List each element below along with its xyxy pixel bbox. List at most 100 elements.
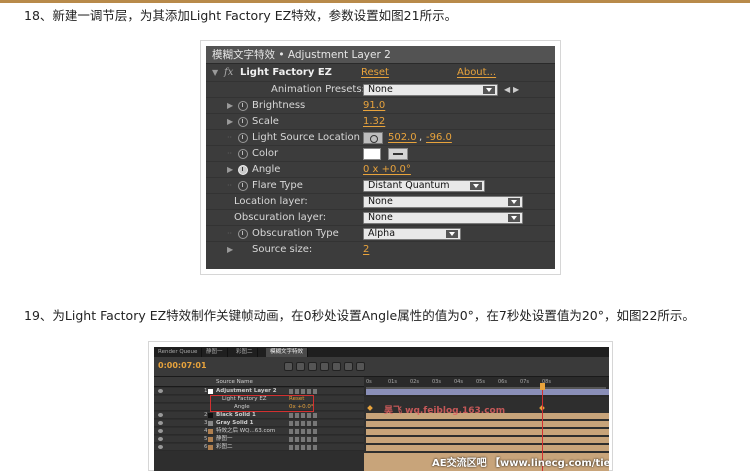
eye-icon[interactable] [158, 429, 163, 433]
reset-link[interactable]: Reset [361, 65, 389, 81]
search-icon[interactable] [284, 362, 293, 371]
brightness-row: ▶ Brightness 91.0 [206, 97, 555, 113]
step-18-text: 18、新建一调节层，为其添加Light Factory EZ特效，参数设置如图2… [24, 8, 458, 23]
expand-triangle-icon[interactable]: ▶ [227, 242, 233, 258]
layer-row[interactable]: 4 特效之后 WQ...63.com [154, 428, 364, 435]
fx-icon[interactable]: fx [224, 65, 233, 81]
scale-label: Scale [252, 116, 279, 127]
layer-column-header: Source Name [154, 377, 364, 387]
watermark-small: 昊飞 wq.feiblog.163.com [384, 406, 506, 416]
stopwatch-active-icon[interactable] [238, 165, 248, 175]
expand-triangle-icon[interactable]: ▶ [227, 114, 233, 130]
collapse-triangle-icon[interactable]: ▼ [212, 65, 218, 81]
light-source-y-value[interactable]: -96.0 [426, 130, 452, 146]
about-link[interactable]: About... [457, 65, 496, 81]
top-accent-bar [0, 0, 750, 3]
eye-icon[interactable] [158, 413, 163, 417]
eye-icon[interactable] [158, 437, 163, 441]
animation-presets-row: Animation Presets: None ◀ ▶ [206, 81, 555, 97]
effect-controls-panel: 模糊文字特效 • Adjustment Layer 2 ▼ fx Light F… [206, 46, 555, 269]
obscuration-type-label: Obscuration Type [252, 228, 339, 239]
step-19-text: 19、为Light Factory EZ特效制作关键帧动画，在0秒处设置Angl… [24, 308, 695, 323]
tab-blur-text-effect[interactable]: 模糊文字特效 [266, 348, 309, 357]
obscuration-layer-dropdown[interactable]: None [363, 212, 523, 224]
expand-triangle-icon[interactable]: ▶ [227, 162, 233, 178]
figure-21-frame: 模糊文字特效 • Adjustment Layer 2 ▼ fx Light F… [200, 40, 561, 275]
layer-duration-bar[interactable] [366, 389, 609, 395]
animation-presets-dropdown[interactable]: None [363, 84, 498, 96]
layer-row[interactable]: 1 Adjustment Layer 2 [154, 388, 364, 395]
source-size-row: ▶ Source size: 2 [206, 241, 555, 257]
brightness-value[interactable]: 91.0 [363, 98, 385, 114]
expand-triangle-icon[interactable]: ▶ [227, 98, 233, 114]
prev-preset-arrow-icon[interactable]: ◀ [504, 82, 510, 98]
obscuration-layer-label: Obscuration layer: [234, 212, 327, 223]
keyframe-icon[interactable] [367, 405, 373, 411]
frame-blend-icon[interactable] [332, 362, 341, 371]
stopwatch-icon[interactable] [238, 133, 248, 143]
flare-type-row: ·· Flare Type Distant Quantum [206, 177, 555, 193]
layer-row[interactable]: 6 彩图二 [154, 444, 364, 451]
draft-3d-icon[interactable] [308, 362, 317, 371]
flare-type-label: Flare Type [252, 180, 303, 191]
color-row: ·· Color [206, 145, 555, 161]
layer-row[interactable]: 2 Black Solid 1 [154, 412, 364, 419]
source-size-value[interactable]: 2 [363, 242, 369, 258]
stopwatch-icon[interactable] [238, 101, 248, 111]
current-timecode[interactable]: 0:00:07:01 [158, 361, 207, 370]
tab-still-1[interactable]: 静图一 [202, 348, 228, 357]
source-name-header: Source Name [216, 379, 253, 385]
eye-icon[interactable] [158, 389, 163, 393]
color-swatch[interactable] [363, 148, 381, 160]
stopwatch-icon[interactable] [238, 117, 248, 127]
source-size-label: Source size: [252, 244, 313, 255]
next-preset-arrow-icon[interactable]: ▶ [513, 82, 519, 98]
layer-duration-bar[interactable] [366, 421, 609, 427]
current-time-indicator[interactable] [540, 383, 545, 390]
eyedropper-icon[interactable] [388, 148, 408, 160]
eye-icon[interactable] [158, 421, 163, 425]
color-label: Color [252, 148, 279, 159]
location-layer-label: Location layer: [234, 196, 308, 207]
animation-presets-label: Animation Presets: [271, 84, 365, 95]
angle-value[interactable]: 0 x +0.0° [363, 162, 411, 178]
obscuration-type-dropdown[interactable]: Alpha [363, 228, 461, 240]
panel-title: 模糊文字特效 • Adjustment Layer 2 [206, 46, 555, 64]
eye-icon[interactable] [158, 445, 163, 449]
timeline-controls: 0:00:07:01 [154, 357, 609, 377]
obscuration-layer-row: Obscuration layer: None [206, 209, 555, 225]
chevron-down-icon [470, 182, 482, 190]
layer-duration-bar[interactable] [366, 437, 609, 443]
location-layer-row: Location layer: None [206, 193, 555, 209]
watermark-forum: AE交流区吧 【www.linecg.com/tieba/1801】 [432, 458, 609, 469]
timeline-tabs: Render Queue 静图一 彩图二 模糊文字特效 [154, 347, 609, 357]
flare-type-dropdown[interactable]: Distant Quantum [363, 180, 485, 192]
light-source-x-value[interactable]: 502.0 [388, 130, 417, 146]
layer-duration-bar[interactable] [366, 445, 609, 451]
comp-icon[interactable] [296, 362, 305, 371]
stopwatch-icon[interactable] [238, 149, 248, 159]
graph-editor-icon[interactable] [356, 362, 365, 371]
location-layer-dropdown[interactable]: None [363, 196, 523, 208]
layer-row[interactable]: 3 Gray Solid 1 [154, 420, 364, 427]
stopwatch-icon[interactable] [238, 181, 248, 191]
tab-color-2[interactable]: 彩图二 [232, 348, 258, 357]
light-source-label: Light Source Location [252, 132, 360, 143]
crosshair-target-icon[interactable] [363, 132, 383, 144]
stopwatch-icon[interactable] [238, 229, 248, 239]
motion-blur-icon[interactable] [344, 362, 353, 371]
timeline-panel: Render Queue 静图一 彩图二 模糊文字特效 0:00:07:01 S… [154, 347, 609, 471]
tab-render-queue[interactable]: Render Queue [154, 348, 203, 357]
chevron-down-icon [446, 230, 458, 238]
brightness-label: Brightness [252, 100, 306, 111]
scale-row: ▶ Scale 1.32 [206, 113, 555, 129]
highlight-box [210, 395, 314, 412]
light-source-row: ·· Light Source Location 502.0 , -96.0 [206, 129, 555, 145]
chevron-down-icon [508, 198, 520, 206]
chevron-down-icon [483, 86, 495, 94]
scale-value[interactable]: 1.32 [363, 114, 385, 130]
layer-row[interactable]: 5 静图一 [154, 436, 364, 443]
obscuration-type-row: ·· Obscuration Type Alpha [206, 225, 555, 241]
shy-icon[interactable] [320, 362, 329, 371]
layer-duration-bar[interactable] [366, 429, 609, 435]
